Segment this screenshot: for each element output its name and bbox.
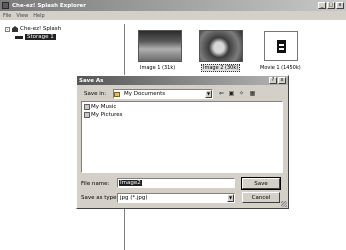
list-item[interactable]: My Music (84, 104, 116, 110)
file-list: My Music My Pictures (81, 101, 283, 173)
view-menu-icon[interactable]: ▦ (248, 90, 257, 98)
menu-view[interactable]: View (16, 13, 28, 19)
tree-item-root-label: Che-ez! Splash (20, 26, 62, 32)
window-title: Che-ez! Splash Explorer (12, 2, 86, 9)
cancel-button[interactable]: Cancel (242, 192, 280, 203)
tree-item-storage[interactable]: Storage 1 (15, 34, 56, 40)
new-folder-icon[interactable]: ✧ (237, 90, 246, 98)
thumbnail-movie-1[interactable] (264, 31, 298, 61)
up-folder-icon[interactable]: ▣ (227, 90, 236, 98)
chevron-down-icon[interactable]: ▼ (205, 90, 212, 98)
save-in-dropdown[interactable]: My Documents ▼ (113, 89, 213, 99)
resize-grip[interactable] (281, 201, 287, 207)
collapse-icon[interactable]: - (5, 26, 10, 32)
save-button[interactable]: Save (241, 177, 281, 190)
save-type-dropdown[interactable]: jpg (*.jpg) ▼ (117, 193, 235, 203)
folder-icon (84, 112, 90, 118)
tree-item-storage-label: Storage 1 (25, 34, 56, 40)
thumbnail-caption-selected: Image 2 (30k) (201, 64, 241, 72)
menu-help[interactable]: Help (33, 13, 44, 19)
folder-icon (84, 104, 90, 110)
list-item[interactable]: My Pictures (84, 112, 123, 118)
dialog-close-button[interactable]: x (278, 77, 286, 84)
close-button[interactable]: x (336, 2, 344, 9)
file-name-value: Image2 (119, 180, 142, 186)
camera-icon (12, 26, 18, 32)
save-as-dialog: Save As ? x Save in: My Documents ▼ ⇐ ▣ … (76, 75, 289, 209)
maximize-button[interactable]: □ (327, 2, 335, 9)
film-icon (276, 39, 286, 53)
list-item-label: My Pictures (91, 112, 123, 118)
save-type-value: jpg (*.jpg) (120, 195, 148, 201)
title-bar: Che-ez! Splash Explorer _ □ x (0, 0, 346, 11)
thumbnail-caption: Image 1 (31k) (140, 65, 176, 71)
save-in-value: My Documents (124, 91, 166, 97)
file-name-label: File name: (81, 181, 110, 187)
storage-icon (15, 35, 23, 39)
thumbnail-image-2[interactable] (199, 30, 243, 62)
dialog-title: Save As (79, 77, 104, 84)
app-icon (2, 2, 9, 9)
help-button[interactable]: ? (269, 77, 277, 84)
application-window: Che-ez! Splash Explorer _ □ x File View … (0, 0, 346, 250)
folder-icon (114, 91, 120, 97)
save-type-label: Save as type: (81, 195, 119, 201)
minimize-button[interactable]: _ (318, 2, 326, 9)
save-in-label: Save in: (84, 91, 107, 97)
file-name-field[interactable]: Image2 (117, 178, 235, 188)
back-icon[interactable]: ⇐ (217, 90, 226, 98)
thumbnail-image-1[interactable] (138, 30, 182, 62)
thumbnail-caption: Movie 1 (1450k) (260, 65, 301, 71)
dialog-title-bar: Save As ? x (77, 76, 288, 85)
menu-file[interactable]: File (3, 13, 11, 19)
chevron-down-icon[interactable]: ▼ (227, 194, 234, 202)
menu-bar: File View Help (0, 11, 346, 20)
tree-item-root[interactable]: - Che-ez! Splash (5, 26, 61, 32)
list-item-label: My Music (91, 104, 117, 110)
